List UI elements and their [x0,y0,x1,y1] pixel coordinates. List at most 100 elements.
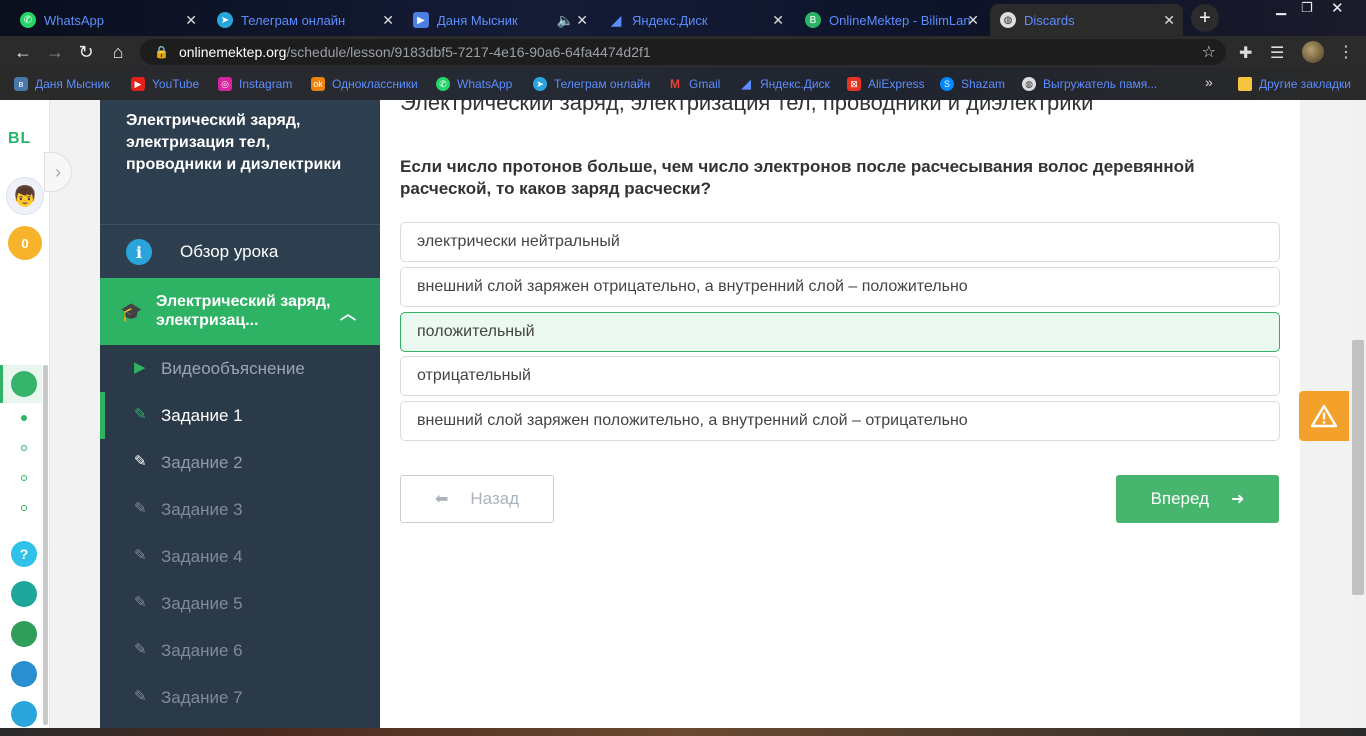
tab-onlinemektep[interactable]: B OnlineMektep - BilimLan ✕ [795,4,987,36]
answer-option-5[interactable]: внешний слой заряжен положительно, а вну… [400,401,1280,441]
bookmark-whatsapp[interactable]: ✆ WhatsApp [436,76,512,92]
sidebar-item-task-3[interactable]: ✎ Задание 3 [100,486,380,533]
forward-arrow-icon[interactable]: → [44,41,66,63]
bookmark-label: Выгружатель памя... [1043,77,1158,91]
next-button[interactable]: Вперед ➜ [1116,475,1279,523]
tab-whatsapp[interactable]: ✆ WhatsApp ✕ [10,4,205,36]
expand-rail-chevron-icon[interactable]: › [44,152,72,192]
restore-icon[interactable]: ❐ [1301,0,1313,16]
edit-icon: ✎ [134,688,147,705]
back-arrow-icon[interactable]: ← [12,41,34,63]
bookmark-shazam[interactable]: S Shazam [940,76,1005,92]
back-button[interactable]: ⬅ Назад [400,475,554,523]
reload-icon[interactable]: ↻ [75,41,97,63]
sidebar-item-task-2[interactable]: ✎ Задание 2 [100,439,380,486]
rail-dot[interactable] [21,445,27,451]
graduation-cap-icon: 🎓 [120,302,143,322]
report-error-button[interactable] [1299,391,1349,441]
bilimland-logo[interactable]: BL [8,130,31,148]
play-icon: ▶ [134,359,146,376]
other-bookmarks-folder[interactable]: Другие закладки [1238,76,1351,92]
browser-toolbar: ← → ↻ ⌂ 🔒 onlinemektep.org/schedule/less… [0,36,1366,68]
tab-danya[interactable]: ▶ Даня Мысник 🔈 ✕ [403,4,596,36]
sidebar-topic-expanded[interactable]: 🎓 Электрический заряд, электризац... ︿ [100,278,380,345]
menu-kebab-icon[interactable]: ⋮ [1338,42,1354,62]
tab-telegram[interactable]: ➤ Телеграм онлайн ✕ [207,4,402,36]
sidebar-item-task-7[interactable]: ✎ Задание 7 [100,674,380,721]
instagram-icon: ◎ [218,77,232,91]
answer-option-3-selected[interactable]: положительный [400,312,1280,352]
bookmark-label: Instagram [239,77,293,91]
vk-icon: в [14,77,28,91]
sidebar-item-video[interactable]: ▶ Видеообъяснение [100,345,380,392]
sidebar-item-task-5[interactable]: ✎ Задание 5 [100,580,380,627]
bookmark-gmail[interactable]: M Gmail [668,76,720,92]
bookmark-yandex-disk[interactable]: ◢ Яндекс.Диск [739,76,830,92]
edit-icon: ✎ [134,641,147,658]
chevron-up-icon[interactable]: ︿ [340,300,356,324]
bookmark-label: YouTube [152,77,200,91]
audio-icon[interactable]: 🔈 [557,12,574,29]
minimize-icon[interactable]: ▁ [1276,0,1286,16]
close-icon[interactable]: ✕ [967,12,979,29]
bookmark-instagram[interactable]: ◎ Instagram [218,76,292,92]
close-icon[interactable]: ✕ [185,12,197,29]
bookmark-aliexpress[interactable]: ⊠ AliExpress [847,76,925,92]
bookmark-vk[interactable]: в Даня Мысник [14,76,109,92]
address-bar[interactable]: 🔒 onlinemektep.org/schedule/lesson/9183d… [140,39,1226,65]
sidebar-item-label: Задание 7 [161,688,243,707]
sidebar-item-label: Задание 4 [161,547,243,566]
sidebar-item-label: Задание 2 [161,453,243,472]
yandex-disk-icon: ◢ [610,11,622,28]
onlinemektep-app-icon[interactable] [11,371,37,397]
bilimbook-app-icon[interactable] [11,661,37,687]
answer-option-1[interactable]: электрически нейтральный [400,222,1280,262]
sidebar-subitems: ▶ Видеообъяснение ✎ Задание 1 ✎ Задание … [100,345,380,728]
tasks-app-icon[interactable] [11,701,37,727]
close-window-icon[interactable]: ✕ [1331,0,1344,17]
sidebar-item-label: Задание 6 [161,641,243,660]
media-playlist-icon[interactable]: ☰ [1270,43,1284,63]
scrollbar-thumb[interactable] [1352,340,1364,595]
sidebar-item-label: Обзор урока [180,242,279,261]
bookmark-label: AliExpress [868,77,925,91]
page-scrollbar[interactable] [1350,100,1366,728]
bookmark-telegram[interactable]: ➤ Телеграм онлайн [533,76,650,92]
answer-option-2[interactable]: внешний слой заряжен отрицательно, а вну… [400,267,1280,307]
coins-badge[interactable]: 0 [8,226,42,260]
rail-dot-active[interactable] [21,415,27,421]
bookmark-label: Другие закладки [1259,77,1351,91]
rail-dot[interactable] [21,505,27,511]
new-tab-button[interactable]: + [1191,4,1219,32]
close-icon[interactable]: ✕ [1163,12,1175,29]
bookmark-odnoklassniki[interactable]: ok Одноклассники [311,76,418,92]
bookmark-youtube[interactable]: ▶ YouTube [131,76,199,92]
tab-yandex-disk[interactable]: ◢ Яндекс.Диск ✕ [598,4,792,36]
close-icon[interactable]: ✕ [576,12,588,29]
lesson-sidebar: Электрический заряд, электризация тел, п… [100,100,380,728]
edit-icon: ✎ [134,406,147,423]
page-content: BL 👦 0 ? › Электрический заряд, электриз… [0,100,1366,728]
rail-scrollbar[interactable] [43,365,48,725]
rail-dot[interactable] [21,475,27,481]
profile-avatar[interactable] [1302,41,1324,63]
answer-option-4[interactable]: отрицательный [400,356,1280,396]
bookmark-memory-unloader[interactable]: ◍ Выгружатель памя... [1022,76,1157,92]
sidebar-item-task-1[interactable]: ✎ Задание 1 [100,392,380,439]
sidebar-item-label: Задание 1 [161,406,243,425]
close-icon[interactable]: ✕ [382,12,394,29]
home-icon[interactable]: ⌂ [107,41,129,63]
pisa-app-icon[interactable] [11,581,37,607]
bookmarks-overflow-button[interactable]: » [1205,74,1213,90]
close-icon[interactable]: ✕ [772,12,784,29]
sidebar-item-task-4[interactable]: ✎ Задание 4 [100,533,380,580]
tab-title: Discards [1024,12,1075,28]
sidebar-item-task-6[interactable]: ✎ Задание 6 [100,627,380,674]
user-avatar[interactable]: 👦 [6,177,44,215]
bilimland-app-icon[interactable] [11,621,37,647]
sidebar-item-overview[interactable]: i Обзор урока [100,225,380,278]
tab-discards[interactable]: ◍ Discards ✕ [990,4,1183,36]
help-icon[interactable]: ? [11,541,37,567]
bookmark-star-icon[interactable]: ☆ [1202,42,1216,62]
extensions-puzzle-icon[interactable]: ✚ [1239,43,1252,63]
